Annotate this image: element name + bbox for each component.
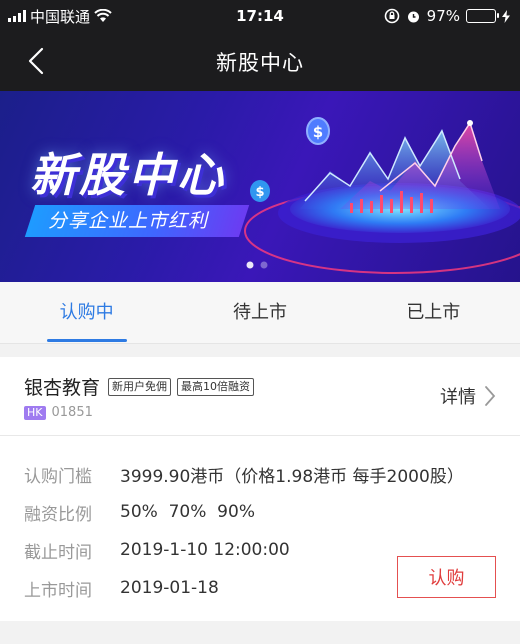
- badge-free-commission: 新用户免佣: [108, 377, 172, 396]
- subscribe-button[interactable]: 认购: [397, 556, 496, 598]
- stock-name-row: 银杏教育 新用户免佣 最高10倍融资: [24, 373, 255, 400]
- banner-subtitle: 分享企业上市红利: [48, 210, 209, 232]
- chevron-right-icon: [485, 386, 496, 406]
- tab-upcoming[interactable]: 待上市: [173, 282, 346, 343]
- market-badge: HK: [24, 405, 46, 420]
- tab-subscribing[interactable]: 认购中: [0, 282, 173, 343]
- status-right: 97%: [384, 7, 510, 25]
- banner-subtitle-tag: 分享企业上市红利: [24, 205, 250, 237]
- info-value: 2019-01-18: [120, 578, 219, 598]
- chart-illustration: $ $: [244, 117, 520, 274]
- carrier-label: 中国联通: [30, 7, 91, 26]
- detail-label: 详情: [440, 387, 476, 408]
- info-value: 3999.90港币（价格1.98港币 每手2000股）: [120, 466, 464, 487]
- screen: 中国联通 17:14 97% 新股中心 $ $ 新股中心 分享企业上市红利 认购…: [0, 0, 520, 644]
- info-key: 融资比例: [24, 504, 92, 525]
- battery-percent: 97%: [426, 7, 460, 25]
- info-key: 上市时间: [24, 580, 92, 601]
- info-value: 50% 70% 90%: [120, 502, 255, 522]
- badge-margin: 最高10倍融资: [177, 377, 255, 396]
- signal-icon: [8, 10, 26, 22]
- info-row-margin: 融资比例 50% 70% 90%: [24, 493, 464, 531]
- charging-icon: [502, 9, 510, 23]
- rotation-lock-icon: [384, 8, 399, 24]
- banner-headline: 新股中心: [30, 148, 226, 202]
- promo-banner[interactable]: $ $ 新股中心 分享企业上市红利: [0, 91, 520, 282]
- info-value: 2019-1-10 12:00:00: [120, 540, 290, 560]
- back-icon[interactable]: [22, 46, 52, 76]
- status-left: 中国联通: [8, 6, 112, 27]
- alarm-icon: [407, 11, 419, 22]
- page-title: 新股中心: [216, 50, 304, 75]
- carousel-dots: [246, 261, 268, 269]
- svg-text:$: $: [313, 123, 323, 141]
- detail-link[interactable]: 详情: [440, 383, 496, 409]
- card-header[interactable]: 银杏教育 新用户免佣 最高10倍融资 HK 01851 详情: [0, 357, 520, 436]
- tab-listed[interactable]: 已上市: [347, 282, 520, 343]
- svg-text:$: $: [255, 185, 264, 200]
- info-key: 认购门槛: [24, 466, 92, 487]
- status-bar: 中国联通 17:14 97%: [0, 0, 520, 32]
- stock-name: 银杏教育: [24, 377, 101, 399]
- info-key: 截止时间: [24, 542, 92, 563]
- tab-bar: 认购中 待上市 已上市: [0, 282, 520, 344]
- top-bar: 中国联通 17:14 97% 新股中心: [0, 0, 520, 91]
- nav-bar: 新股中心: [0, 32, 520, 91]
- stock-code-row: HK 01851: [24, 405, 93, 420]
- info-row-threshold: 认购门槛 3999.90港币（价格1.98港币 每手2000股）: [24, 455, 464, 493]
- wifi-icon: [94, 9, 112, 22]
- ipo-card: 银杏教育 新用户免佣 最高10倍融资 HK 01851 详情 认购门槛 3999…: [0, 357, 520, 621]
- stock-code: 01851: [51, 405, 93, 420]
- battery-icon: [466, 9, 499, 23]
